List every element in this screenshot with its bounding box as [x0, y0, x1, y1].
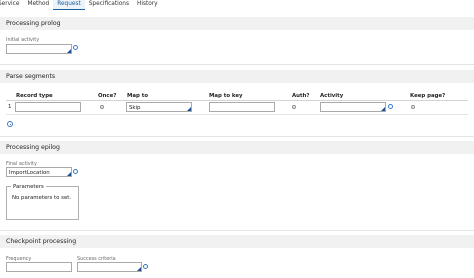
section-divider: [0, 64, 474, 65]
col-map-to-key: Map to key: [209, 93, 243, 99]
row-activity-input[interactable]: [320, 102, 386, 112]
epilog-title: Processing epilog: [6, 144, 60, 151]
section-divider: [0, 136, 474, 137]
map-to-select[interactable]: Skip: [126, 102, 192, 112]
table-row-line: [6, 114, 468, 115]
autocomplete-corner-icon: [381, 107, 385, 111]
row-index: 1: [8, 104, 12, 110]
auth-checkbox[interactable]: [292, 105, 296, 109]
add-row-icon[interactable]: [7, 121, 13, 127]
checkpoint-header[interactable]: Checkpoint processing: [0, 235, 474, 248]
col-once: Once?: [98, 93, 117, 99]
initial-activity-input[interactable]: [6, 44, 72, 54]
dropdown-corner-icon: [187, 107, 191, 111]
col-activity: Activity: [320, 93, 344, 99]
map-to-key-input[interactable]: [209, 102, 275, 112]
prolog-title: Processing prolog: [6, 20, 61, 27]
parameters-box: Parameters No parameters to set.: [6, 184, 79, 220]
checkpoint-title: Checkpoint processing: [6, 238, 77, 245]
col-keep-page: Keep page?: [410, 93, 446, 99]
autocomplete-corner-icon: [67, 49, 71, 53]
col-auth: Auth?: [292, 93, 310, 99]
parameters-legend: Parameters: [11, 184, 46, 190]
tab-service[interactable]: Service: [0, 0, 23, 10]
success-criteria-input[interactable]: [77, 262, 142, 272]
col-map-to: Map to: [127, 93, 149, 99]
frequency-input[interactable]: [6, 262, 72, 272]
tab-specifications[interactable]: Specifications: [85, 0, 133, 10]
col-record-type: Record type: [16, 93, 53, 99]
success-criteria-lookup-icon[interactable]: [143, 264, 148, 269]
final-activity-input[interactable]: ImportLocation: [6, 167, 72, 177]
tab-method[interactable]: Method: [23, 0, 53, 10]
tab-bar: Service Method Request Specifications Hi…: [0, 0, 474, 11]
parse-header[interactable]: Parse segments: [0, 70, 474, 83]
activity-lookup-icon[interactable]: [73, 45, 78, 50]
tab-history[interactable]: History: [133, 0, 162, 10]
epilog-header[interactable]: Processing epilog: [0, 141, 474, 154]
section-divider: [0, 230, 474, 231]
table-header-line: [6, 100, 468, 101]
keep-page-checkbox[interactable]: [411, 105, 415, 109]
prolog-header[interactable]: Processing prolog: [0, 17, 474, 30]
parameters-empty-text: No parameters to set.: [12, 195, 72, 201]
record-type-input[interactable]: [15, 102, 81, 112]
once-checkbox[interactable]: [100, 105, 104, 109]
initial-activity-label: Initial activity: [6, 37, 40, 43]
parse-title: Parse segments: [6, 73, 56, 80]
row-activity-lookup-icon[interactable]: [388, 104, 393, 109]
final-activity-lookup-icon[interactable]: [73, 169, 78, 174]
autocomplete-corner-icon: [67, 172, 71, 176]
tab-request[interactable]: Request: [53, 0, 85, 10]
autocomplete-corner-icon: [137, 267, 141, 271]
